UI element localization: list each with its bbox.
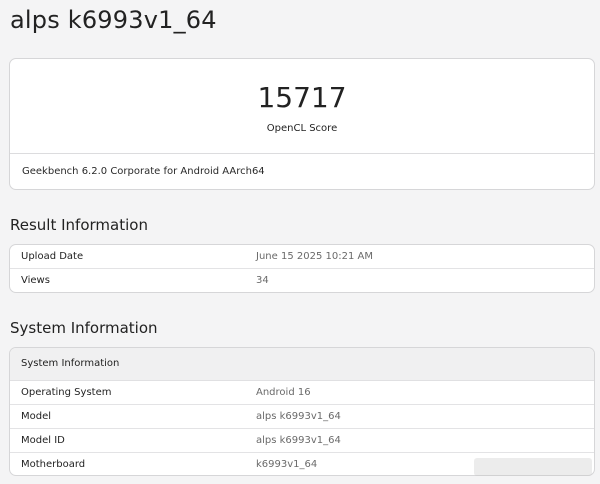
row-key: Model ID (21, 435, 65, 446)
table-header: System Information (10, 348, 594, 381)
score-card: 15717 OpenCL Score Geekbench 6.2.0 Corpo… (9, 58, 595, 190)
row-key: Views (21, 275, 50, 286)
table-row: Model alps k6993v1_64 (10, 405, 594, 429)
row-key: Operating System (21, 387, 112, 398)
table-row: Operating System Android 16 (10, 381, 594, 405)
row-value: Android 16 (256, 387, 311, 398)
row-value: June 15 2025 10:21 AM (256, 251, 373, 262)
system-information-heading: System Information (10, 319, 158, 337)
row-value: alps k6993v1_64 (256, 411, 341, 422)
row-key: Upload Date (21, 251, 84, 262)
page-title: alps k6993v1_64 (10, 6, 217, 34)
table-header-label: System Information (21, 358, 120, 369)
benchmark-result-page: alps k6993v1_64 15717 OpenCL Score Geekb… (0, 0, 600, 484)
system-information-table: System Information Operating System Andr… (9, 347, 595, 476)
table-row: Model ID alps k6993v1_64 (10, 429, 594, 453)
row-value: alps k6993v1_64 (256, 435, 341, 446)
score-label: OpenCL Score (266, 123, 338, 134)
row-key: Motherboard (21, 459, 86, 470)
result-information-heading: Result Information (10, 216, 148, 234)
row-value: k6993v1_64 (256, 459, 318, 470)
watermark (474, 458, 592, 476)
score-value: 15717 (257, 81, 347, 114)
benchmark-version: Geekbench 6.2.0 Corporate for Android AA… (22, 166, 265, 177)
score-divider (10, 153, 594, 154)
row-value: 34 (256, 275, 269, 286)
result-information-table: Upload Date June 15 2025 10:21 AM Views … (9, 244, 595, 293)
table-row: Views 34 (10, 269, 594, 292)
row-key: Model (21, 411, 52, 422)
table-row: Upload Date June 15 2025 10:21 AM (10, 245, 594, 269)
